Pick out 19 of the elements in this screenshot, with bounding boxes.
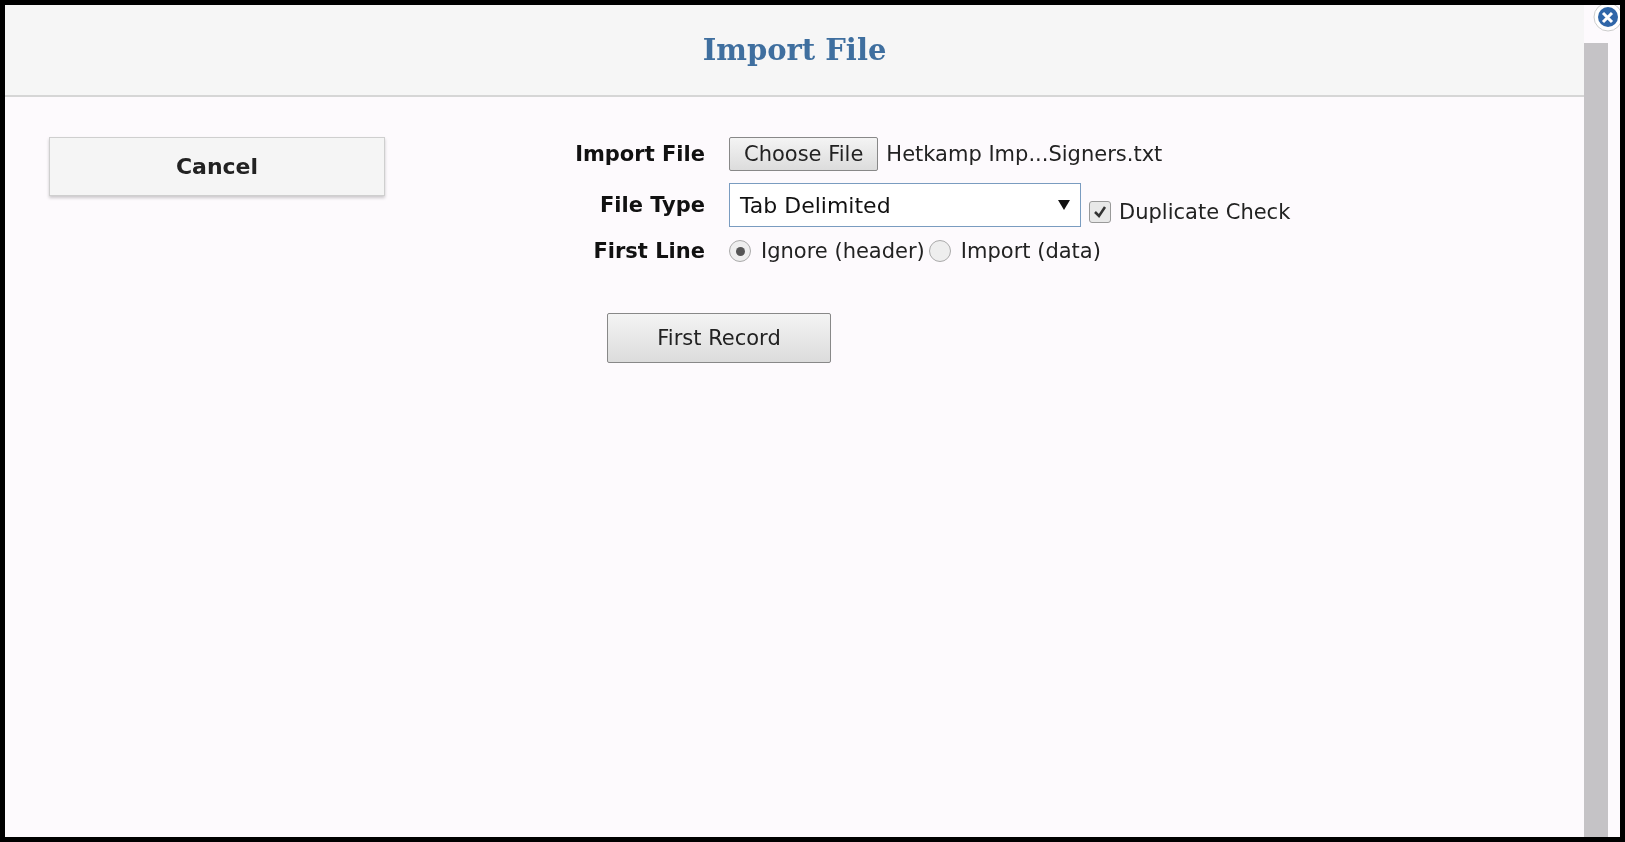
checkmark-icon	[1093, 205, 1107, 219]
radio-label: Import (data)	[960, 239, 1101, 263]
first-record-button[interactable]: First Record	[607, 313, 831, 363]
field-label: Import File	[575, 142, 705, 166]
field-label: File Type	[599, 193, 705, 217]
radio-button[interactable]	[729, 240, 751, 262]
file-type-dropdown[interactable]: Tab Delimited	[729, 183, 1081, 227]
scrollbar[interactable]	[1584, 43, 1608, 837]
choose-file-button[interactable]: Choose File	[729, 137, 879, 171]
close-icon[interactable]	[1590, 5, 1620, 35]
caret-icon	[1058, 200, 1070, 210]
checkbox-label: Duplicate Check	[1119, 200, 1291, 224]
field-label: First Line	[593, 239, 705, 263]
file-name: Hetkamp Imp...Signers.txt	[886, 142, 1163, 166]
duplicate-check-checkbox[interactable]	[1089, 201, 1111, 223]
radio-label: Ignore (header)	[761, 239, 925, 263]
cancel-button[interactable]: Cancel	[49, 137, 385, 196]
dialog-title: Import File	[702, 33, 887, 67]
radio-button[interactable]	[928, 240, 951, 262]
